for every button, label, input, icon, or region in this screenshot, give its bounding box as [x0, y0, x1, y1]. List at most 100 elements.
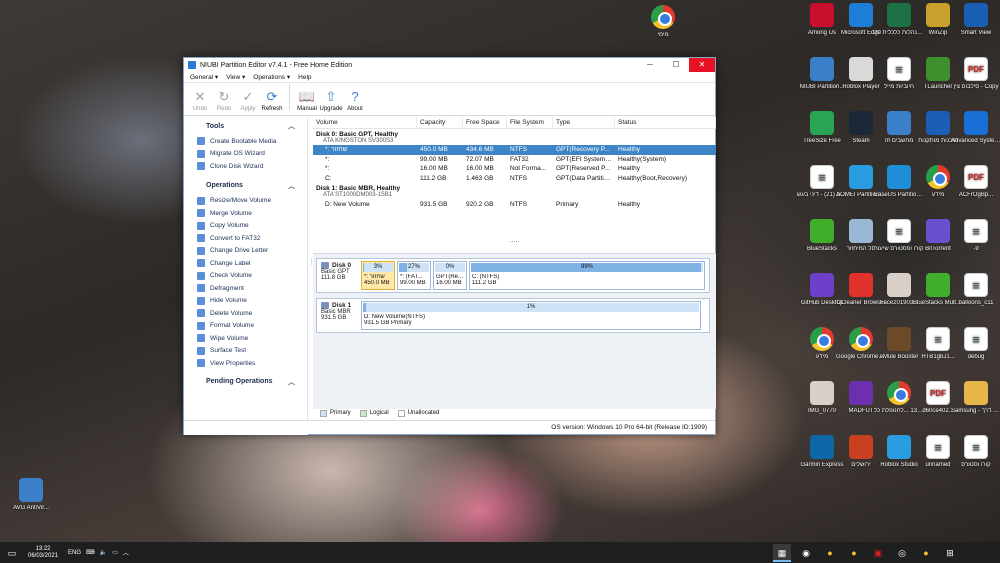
chrome-icon[interactable]: ●: [845, 544, 863, 562]
menu-general[interactable]: General ▾: [190, 73, 218, 81]
table-row[interactable]: D: New Volume 931.5 GB 920.2 GB NTFS Primary…: [313, 199, 716, 209]
disk-header[interactable]: Disk 0: Basic GPT, Healthy: [313, 129, 716, 138]
desktop-shortcut[interactable]: ≡ balloons_c11: [951, 273, 1000, 307]
chrome-icon: [926, 165, 950, 189]
language-indicator[interactable]: ENG: [68, 550, 81, 556]
partition-block[interactable]: 99% C: (NTFS) 111.2 GB: [469, 261, 705, 290]
manual-button[interactable]: 📖 Manual: [295, 88, 319, 112]
partition-block[interactable]: 0% GPT(Re... 16.00 MB: [433, 261, 467, 290]
disk-map-label[interactable]: Disk 0 Basic GPT 111.8 GB: [319, 261, 359, 290]
sidebar-item-check-volume[interactable]: Check Volume: [184, 270, 307, 283]
desktop-shortcut[interactable]: Samsung - קיצור דרך: [951, 381, 1000, 415]
menu-operations[interactable]: Operations ▾: [253, 73, 290, 81]
document-icon: ≡: [810, 165, 834, 189]
desktop-shortcut-label: סילבוס צין - Copy: [953, 84, 999, 90]
column-header[interactable]: Free Space: [463, 117, 507, 128]
chrome-icon[interactable]: ●: [917, 544, 935, 562]
disk-map-label[interactable]: Disk 1 Basic MBR 931.5 GB: [319, 301, 359, 330]
tools-section-header[interactable]: Tools ︿: [184, 117, 307, 135]
sidebar-item-view-properties[interactable]: View Properties: [184, 357, 307, 370]
table-cell: Healthy(System): [618, 155, 667, 163]
table-row[interactable]: *: 99.00 MB 72.07 MB FAT32 GPT(EFI System ..…: [313, 155, 716, 165]
table-cell: C:: [325, 175, 332, 183]
redo-button[interactable]: ↻ Redo: [212, 88, 236, 112]
pdf-icon[interactable]: ▣: [869, 544, 887, 562]
sidebar-item-resize-move-volume[interactable]: Resize/Move Volume: [184, 195, 307, 208]
sidebar-item-clone-disk-wizard[interactable]: Clone Disk Wizard: [184, 160, 307, 173]
legend-swatch: [359, 409, 367, 417]
minimize-button[interactable]: ─: [637, 58, 663, 72]
obs-icon[interactable]: ◉: [797, 544, 815, 562]
table-row[interactable]: C: 111.2 GB 1.463 GB NTFS GPT(Data Partitio.…: [313, 174, 716, 184]
operation-icon: [197, 296, 205, 305]
desktop-shortcut[interactable]: Smart View: [951, 3, 1000, 37]
about-button[interactable]: ? About: [343, 88, 367, 112]
chrome-icon[interactable]: ●: [821, 544, 839, 562]
sidebar-item-copy-volume[interactable]: Copy Volume: [184, 220, 307, 233]
undo-button[interactable]: ✕ Undo: [188, 88, 212, 112]
disk-header[interactable]: Disk 1: Basic MBR, Healthy: [313, 183, 716, 192]
desktop-shortcut[interactable]: ≡ debug: [951, 327, 1000, 361]
pdf-icon: PDF: [926, 381, 950, 405]
sidebar-item-defragment[interactable]: Defragment: [184, 282, 307, 295]
pending-section-header[interactable]: Pending Operations ︿: [184, 373, 307, 391]
close-button[interactable]: ✕: [689, 58, 715, 72]
partition-block[interactable]: 3% *: שחזור 450.0 MB: [361, 261, 395, 290]
sidebar-item-delete-volume[interactable]: Delete Volume: [184, 307, 307, 320]
maximize-button[interactable]: ☐: [663, 58, 689, 72]
partition-block[interactable]: 1% D: New Volume(NTFS) 931.5 GB Primary: [361, 301, 701, 330]
tlauncher-icon: [926, 57, 950, 81]
table-cell: 16.00 MB: [420, 165, 448, 173]
table-cell: NTFS: [510, 146, 527, 154]
partition-block[interactable]: 27% *: (FAT... 99.00 MB: [397, 261, 431, 290]
sidebar-item-migrate-os-wizard[interactable]: Migrate OS Wizard: [184, 148, 307, 161]
desktop-shortcut[interactable]: ≡ -9: [951, 219, 1000, 253]
windows-icon[interactable]: ⊞: [941, 544, 959, 562]
sidebar-item-wipe-volume[interactable]: Wipe Volume: [184, 332, 307, 345]
network-icon[interactable]: ▭: [112, 549, 118, 556]
chevron-up-icon: ︿: [288, 378, 295, 386]
clock[interactable]: 13:22 06/03/2021: [28, 546, 58, 560]
sidebar-item-create-bootable-media[interactable]: Create Bootable Media: [184, 135, 307, 148]
desktop-shortcut[interactable]: ≡ קורו וסטורס: [951, 435, 1000, 469]
sidebar-item-change-label[interactable]: Change Label: [184, 257, 307, 270]
action-center-icon[interactable]: ▭: [3, 544, 21, 562]
niubi-icon[interactable]: ▦: [773, 543, 791, 562]
bittorrent-icon[interactable]: ◎: [893, 544, 911, 562]
desktop-shortcut[interactable]: PDF ACFrOgBp...: [951, 165, 1000, 199]
column-header[interactable]: File System: [507, 117, 553, 128]
sidebar-item-format-volume[interactable]: Format Volume: [184, 320, 307, 333]
desktop-shortcut[interactable]: PDF סילבוס צין - Copy: [951, 57, 1000, 91]
table-row[interactable]: *: שחזור 450.0 MB 434.6 MB NTFS GPT(Recovery…: [313, 145, 716, 155]
sidebar-item-merge-volume[interactable]: Merge Volume: [184, 207, 307, 220]
desktop-shortcut[interactable]: Advanced SystemCare: [951, 111, 1000, 145]
sidebar-item-change-drive-letter[interactable]: Change Drive Letter: [184, 245, 307, 258]
table-cell: Healthy(Boot,Recovery): [618, 175, 687, 183]
sidebar-item-hide-volume[interactable]: Hide Volume: [184, 295, 307, 308]
usage-bar: 3%: [363, 263, 393, 272]
operations-title: Operations: [206, 182, 243, 189]
sidebar-item-surface-test[interactable]: Surface Test: [184, 345, 307, 358]
undo-icon: ✕: [194, 89, 206, 104]
title-bar[interactable]: NIUBI Partition Editor v7.4.1 - Free Hom…: [184, 58, 715, 72]
upgrade-button[interactable]: ⇧ Upgrade: [319, 88, 343, 112]
disk-map-name: Disk 1: [321, 302, 357, 309]
operations-section-header[interactable]: Operations ︿: [184, 177, 307, 195]
volume-grid-header: Volume Capacity Free Space File System Type S…: [313, 117, 716, 129]
apply-button[interactable]: ✓ Apply: [236, 88, 260, 112]
partition-size: 450.0 MB: [364, 280, 390, 286]
keyboard-icon[interactable]: ⌨: [86, 549, 95, 556]
refresh-button[interactable]: ⟳ Refresh: [260, 88, 284, 112]
menu-view[interactable]: View ▾: [226, 73, 245, 81]
column-header[interactable]: Capacity: [417, 117, 463, 128]
table-row[interactable]: *: 16.00 MB 16.00 MB Not Forma... GPT(Reserv…: [313, 164, 716, 174]
sidebar-item-convert-to-fat32[interactable]: Convert to FAT32: [184, 232, 307, 245]
column-header[interactable]: Volume: [313, 117, 417, 128]
desktop-shortcut[interactable]: מימי: [638, 5, 688, 39]
column-header[interactable]: Status: [615, 117, 716, 128]
menu-help[interactable]: Help: [298, 74, 311, 81]
desktop-shortcut[interactable]: AVG AntiVir...: [6, 478, 56, 512]
volume-icon[interactable]: 🔈: [100, 549, 107, 556]
column-header[interactable]: Type: [553, 117, 615, 128]
chevron-up-icon[interactable]: ︿: [123, 548, 129, 557]
